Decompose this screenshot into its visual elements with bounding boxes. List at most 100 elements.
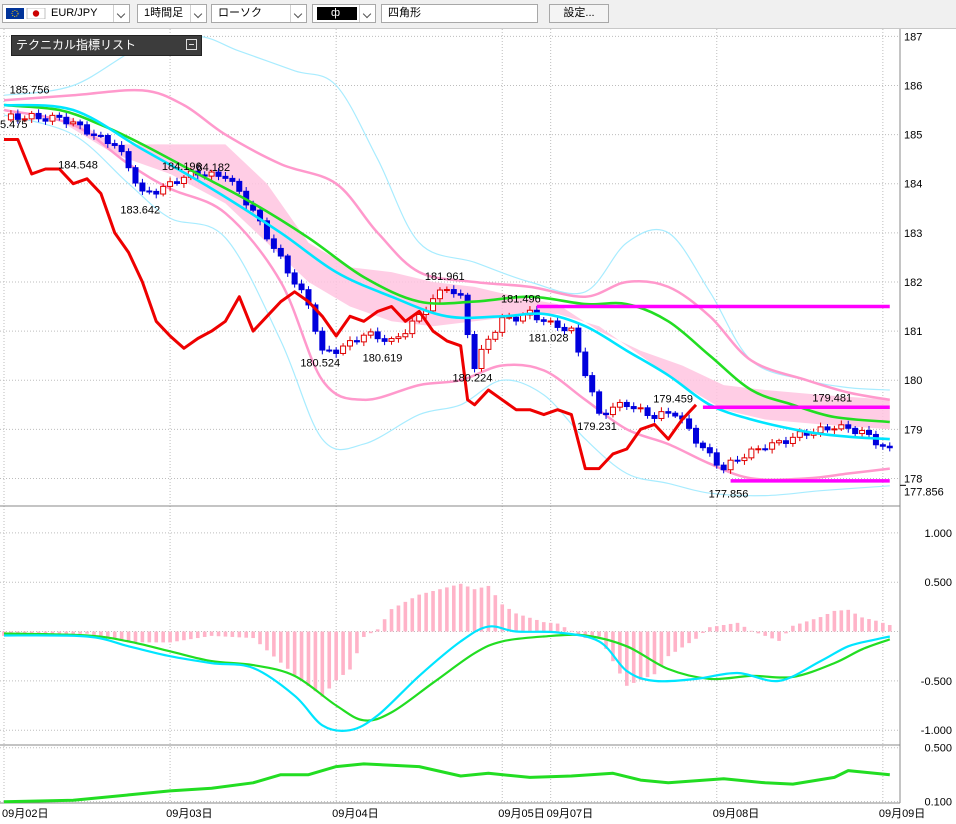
price-annotation: 179.459 [653, 394, 693, 406]
candle-body [644, 407, 651, 416]
date-axis-label: 09月04日 [332, 808, 378, 820]
macd-histogram-bar [452, 585, 456, 632]
candle-body [374, 331, 381, 340]
candle-body [443, 289, 450, 292]
candle-body [77, 121, 84, 126]
price-annotation: 183.642 [120, 204, 160, 216]
candle-body [589, 375, 596, 393]
settings-button[interactable]: 設定... [549, 4, 609, 23]
candle-body [291, 272, 298, 285]
macd-histogram-bar [341, 631, 345, 675]
currency-pair-select[interactable]: EUR/JPY [2, 4, 130, 23]
macd-histogram-bar [541, 622, 546, 632]
bollinger-inner-upper [3, 88, 891, 402]
timeframe-select[interactable]: 1時間足 [137, 4, 207, 23]
macd-histogram-bar [258, 631, 262, 645]
price-annotation: 177.856 [709, 488, 749, 500]
macd-histogram-bar [334, 631, 338, 681]
price-axis-label: 179 [904, 424, 922, 436]
macd-histogram-bar [355, 631, 359, 654]
candle-body [97, 134, 104, 137]
chevron-down-icon[interactable] [359, 5, 375, 22]
date-axis-label: 09月09日 [879, 808, 925, 820]
macd-histogram-bar [791, 625, 795, 632]
macd-histogram-bar [784, 631, 788, 634]
chevron-down-icon[interactable] [190, 5, 206, 22]
price-annotation: 179.481 [812, 393, 852, 405]
macd-histogram-bar [645, 631, 650, 678]
candle-body [35, 112, 42, 120]
macd-histogram-bar [548, 622, 553, 632]
macd-histogram-bar [881, 622, 885, 632]
toolbar: EUR/JPY 1時間足 ローソク ф 四角形 設定... [0, 0, 956, 29]
candle-body [658, 411, 665, 419]
macd-histogram-bar [182, 631, 186, 641]
candle-body [789, 436, 796, 444]
candle-body [838, 424, 845, 430]
macd-histogram-bar [465, 586, 470, 632]
macd-histogram-bar [438, 589, 442, 632]
macd-histogram-bar [659, 631, 664, 666]
macd-histogram-bar [202, 631, 207, 637]
macd-histogram-bar [763, 631, 767, 636]
candle-body [56, 114, 63, 118]
technical-indicator-list[interactable]: テクニカル指標リスト [11, 35, 202, 56]
candle-body [713, 452, 720, 466]
candle-body [70, 121, 77, 125]
macd-histogram-bar [708, 627, 712, 632]
macd-histogram-bar [756, 631, 761, 634]
macd-histogram-bar [458, 583, 463, 632]
macd-histogram-bar [368, 631, 373, 634]
candle-body [866, 429, 872, 435]
color-select[interactable]: ф [312, 4, 376, 23]
macd-histogram-bar [154, 631, 159, 643]
candle-body [492, 331, 499, 340]
macd-histogram-bar [521, 615, 525, 632]
candle-body [533, 309, 540, 321]
minimize-icon[interactable] [186, 39, 197, 50]
macd-histogram-bar [92, 631, 96, 636]
shape-label: 四角形 [388, 7, 421, 19]
macd-histogram-bar [694, 631, 698, 639]
price-chart[interactable]: 185.7565.475184.548183.642184.19684.1821… [0, 29, 956, 824]
macd-histogram-bar [853, 613, 857, 632]
candle-body [720, 464, 727, 471]
candle-body [132, 167, 139, 184]
macd-axis-label: 0.500 [924, 577, 952, 589]
candle-body [367, 331, 374, 336]
candle-body [457, 293, 464, 296]
date-axis-label: 09月08日 [713, 808, 759, 820]
candle-body [284, 255, 291, 274]
candle-body [852, 427, 859, 435]
macd-histogram-bar [804, 621, 809, 632]
macd-histogram-bar [839, 610, 844, 632]
macd-histogram-bar [825, 613, 830, 632]
macd-histogram-bar [313, 631, 318, 692]
macd-histogram-bar [417, 594, 421, 632]
candle-body [693, 427, 699, 444]
candle-body [381, 338, 388, 342]
macd-histogram-bar [687, 631, 691, 644]
candle-body [699, 442, 706, 449]
macd-histogram-bar [714, 626, 719, 632]
macd-histogram-bar [528, 617, 532, 632]
macd-histogram-bar [555, 623, 560, 632]
price-axis-label: 178 [904, 473, 922, 485]
chart-type-select[interactable]: ローソク [211, 4, 307, 23]
macd-histogram-bar [251, 631, 255, 639]
candle-body [167, 181, 174, 187]
candle-body [319, 330, 326, 351]
candle-body [603, 412, 610, 416]
macd-histogram-bar [472, 589, 477, 632]
shape-select[interactable]: 四角形 [381, 4, 538, 23]
candle-body [817, 426, 824, 434]
candle-body [727, 459, 734, 471]
macd-histogram-bar [680, 631, 684, 648]
macd-histogram-bar [85, 631, 89, 634]
candle-body [547, 320, 554, 323]
macd-histogram-bar [618, 631, 622, 674]
candle-body [824, 426, 831, 431]
price-annotation: 181.028 [529, 333, 569, 345]
chevron-down-icon[interactable] [113, 5, 129, 22]
chevron-down-icon[interactable] [290, 5, 306, 22]
